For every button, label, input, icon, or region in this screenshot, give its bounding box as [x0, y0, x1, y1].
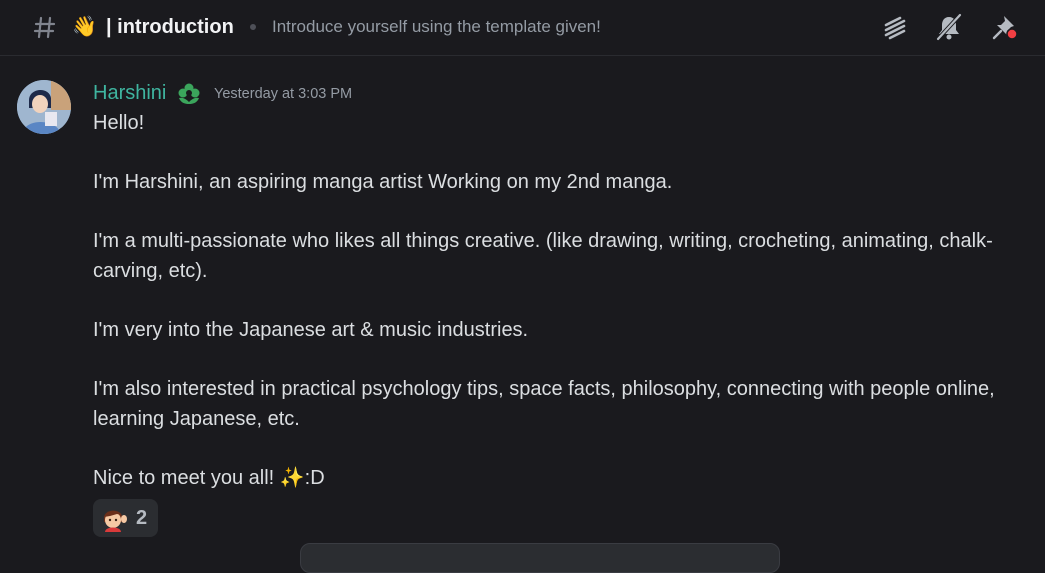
message-line: I'm very into the Japanese art & music i… — [93, 319, 529, 342]
message-line: I'm also interested in practical psychol… — [93, 378, 995, 430]
notification-muted-icon[interactable] — [934, 12, 964, 42]
username[interactable]: Harshini — [93, 81, 166, 105]
avatar[interactable] — [17, 80, 71, 134]
channel-header: 👋 | introduction Introduce yourself usin… — [0, 0, 1045, 56]
message-line: Nice to meet you all! ✨:D — [93, 467, 325, 490]
message-content: Hello! I'm Harshini, an aspiring manga a… — [93, 109, 1033, 494]
floating-bar[interactable] — [300, 543, 780, 573]
timestamp[interactable]: Yesterday at 3:03 PM — [214, 85, 352, 103]
channel-topic[interactable]: Introduce yourself using the template gi… — [272, 16, 601, 38]
reaction-count: 2 — [136, 507, 148, 529]
reaction-button[interactable]: 2 — [93, 499, 158, 537]
waving-person-emoji — [104, 510, 127, 532]
threads-icon[interactable] — [880, 12, 910, 42]
hashtag-icon — [33, 16, 56, 39]
channel-name: | introduction — [106, 16, 234, 38]
message-line: I'm a multi-passionate who likes all thi… — [93, 230, 993, 282]
pin-icon[interactable] — [990, 12, 1020, 42]
topic-divider — [250, 24, 256, 30]
message-line: I'm Harshini, an aspiring manga artist W… — [93, 171, 673, 194]
flower-icon — [178, 83, 200, 104]
channel-emoji: 👋 — [72, 16, 97, 38]
message-line: Hello! — [93, 112, 145, 134]
